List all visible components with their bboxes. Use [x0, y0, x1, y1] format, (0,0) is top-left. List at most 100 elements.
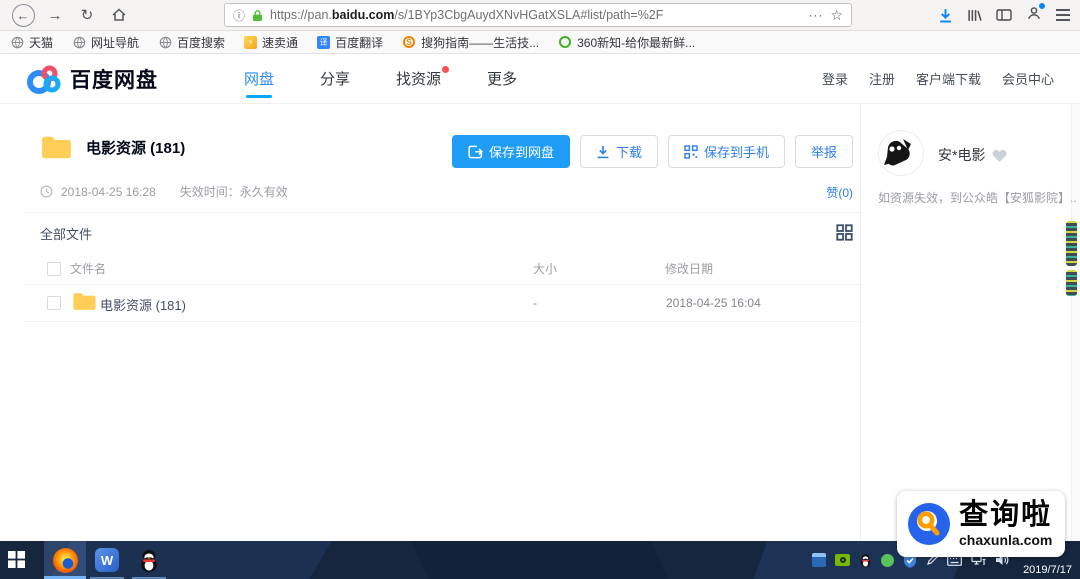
watermark-title: 查询啦 [959, 501, 1052, 530]
forward-icon: → [48, 7, 63, 24]
bookmark-sogou-guide[interactable]: S 搜狗指南——生活技... [402, 34, 539, 51]
menu-button[interactable] [1056, 9, 1070, 20]
qr-code-icon [684, 145, 698, 159]
profile-note: 如资源失效，到公众皓【安狐影院】... [878, 189, 1076, 206]
bookmark-star-button[interactable]: ☆ [830, 7, 843, 24]
taskbar-qq[interactable] [128, 541, 170, 579]
home-button[interactable] [106, 3, 132, 27]
share-time: 2018-04-25 16:28 [61, 185, 156, 199]
header-modified: 修改日期 [665, 260, 713, 277]
url-prefix: https://pan. [270, 8, 332, 22]
site-info-icon[interactable]: ⓘ [233, 7, 245, 24]
download-button[interactable]: 下载 [580, 135, 658, 168]
baidu-pan-logo[interactable]: 百度网盘 [26, 63, 158, 95]
account-button[interactable] [1026, 5, 1042, 26]
file-name-link[interactable]: 电影资源 (181) [100, 295, 186, 314]
watermark-domain: chaxunla.com [959, 533, 1052, 547]
downloads-button[interactable] [938, 8, 953, 23]
globe-icon [10, 35, 24, 49]
bookmark-360-xinzhi[interactable]: 360新知-给你最新鲜... [558, 34, 695, 51]
scroll-widget-top[interactable] [1066, 221, 1077, 266]
baidu-translate-icon: 译 [317, 36, 330, 49]
back-icon: ← [12, 4, 35, 27]
avatar-image [879, 131, 923, 175]
share-title: 电影资源 (181) [86, 137, 185, 158]
save-to-phone-button[interactable]: 保存到手机 [668, 135, 785, 168]
select-all-checkbox[interactable] [47, 262, 61, 276]
tab-more[interactable]: 更多 [487, 54, 517, 104]
tab-find-resources[interactable]: 找资源 [396, 54, 441, 104]
bookmark-label: 搜狗指南——生活技... [421, 34, 539, 51]
avatar [878, 130, 924, 176]
url-domain: baidu.com [332, 8, 395, 22]
library-button[interactable] [967, 8, 982, 23]
bookmark-nav-site[interactable]: 网址导航 [72, 34, 139, 51]
all-files-label: 全部文件 [40, 224, 92, 243]
browser-toolbar: ← → ↻ ⓘ https://pan.baidu.com/s/1BYp3Cbg… [0, 0, 1080, 31]
table-row[interactable]: 电影资源 (181) - 2018-04-25 16:04 [25, 285, 860, 322]
taskbar-firefox[interactable] [44, 541, 86, 579]
grid-view-icon[interactable] [836, 224, 853, 241]
share-card: 电影资源 (181) 保存到网盘 下载 保存到手机 举报 [25, 104, 860, 541]
globe-icon [158, 35, 172, 49]
lock-icon [252, 9, 263, 22]
header-links: 登录 注册 客户端下载 会员中心 [822, 69, 1054, 88]
file-modified: 2018-04-25 16:04 [666, 296, 761, 310]
bookmark-tmall[interactable]: 天猫 [10, 34, 53, 51]
360-icon [559, 36, 571, 48]
tray-qq-icon[interactable] [859, 553, 872, 568]
globe-icon [72, 35, 86, 49]
reload-icon: ↻ [81, 6, 94, 24]
start-button[interactable] [8, 551, 25, 568]
url-bar[interactable]: ⓘ https://pan.baidu.com/s/1BYp3CbgAuydXN… [224, 3, 852, 27]
row-checkbox[interactable] [47, 296, 61, 310]
action-buttons: 保存到网盘 下载 保存到手机 举报 [452, 135, 853, 168]
bookmark-label: 速卖通 [262, 34, 298, 51]
client-download-link[interactable]: 客户端下载 [916, 69, 981, 88]
report-button[interactable]: 举报 [795, 135, 853, 168]
bookmark-baidu-translate[interactable]: 译 百度翻译 [317, 34, 383, 51]
watermark-text: 查询啦 chaxunla.com [959, 501, 1052, 547]
like-button[interactable]: 赞(0) [826, 184, 853, 201]
download-icon [596, 145, 610, 159]
username-row: 安*电影 [938, 145, 1008, 165]
sidebar-toggle-button[interactable] [996, 8, 1012, 22]
save-to-pan-button[interactable]: 保存到网盘 [452, 135, 570, 168]
page-actions-button[interactable]: ··· [808, 8, 823, 22]
nvidia-icon[interactable] [835, 554, 850, 566]
taskbar-apps: W [44, 541, 170, 579]
aliexpress-icon: ⚡ [244, 36, 257, 49]
tray-green-app-icon[interactable] [881, 554, 894, 567]
bookmark-baidu-search[interactable]: 百度搜索 [158, 34, 225, 51]
taskbar-wps[interactable]: W [86, 541, 128, 579]
scroll-widget-bottom[interactable] [1066, 270, 1077, 296]
forward-button[interactable]: → [42, 3, 68, 27]
wallpaper-shape [406, 541, 674, 579]
wps-icon: W [95, 548, 119, 572]
folder-icon [40, 134, 73, 161]
chaxunla-logo-icon [905, 500, 953, 548]
reload-button[interactable]: ↻ [74, 3, 100, 27]
tray-app-icon[interactable] [812, 553, 826, 567]
register-link[interactable]: 注册 [869, 69, 895, 88]
scrollbar[interactable] [1071, 104, 1080, 541]
header-filename: 文件名 [70, 260, 106, 277]
login-link[interactable]: 登录 [822, 69, 848, 88]
section-header: 全部文件 [25, 213, 860, 253]
screen: ← → ↻ ⓘ https://pan.baidu.com/s/1BYp3Cbg… [0, 0, 1080, 579]
bookmarks-bar: 天猫 网址导航 百度搜索 ⚡ 速卖通 译 百度翻译 S 搜狗指南——生活技...… [0, 31, 1080, 54]
save-icon [468, 145, 483, 159]
expire-label: 失效时间：永久有效 [180, 183, 288, 200]
red-dot-badge [442, 66, 449, 73]
vip-center-link[interactable]: 会员中心 [1002, 69, 1054, 88]
bookmark-label: 网址导航 [91, 34, 139, 51]
bookmark-label: 天猫 [29, 34, 53, 51]
url-text[interactable]: https://pan.baidu.com/s/1BYp3CbgAuydXNvH… [270, 8, 801, 22]
files-section: 全部文件 文件名 大小 修改日期 电影资源 (181) - 2018-04-25… [25, 212, 860, 322]
tab-share[interactable]: 分享 [320, 54, 350, 104]
content-divider [860, 104, 861, 541]
qq-icon [138, 548, 160, 573]
tab-wangpan[interactable]: 网盘 [244, 54, 274, 104]
bookmark-aliexpress[interactable]: ⚡ 速卖通 [244, 34, 298, 51]
back-button[interactable]: ← [10, 3, 36, 27]
